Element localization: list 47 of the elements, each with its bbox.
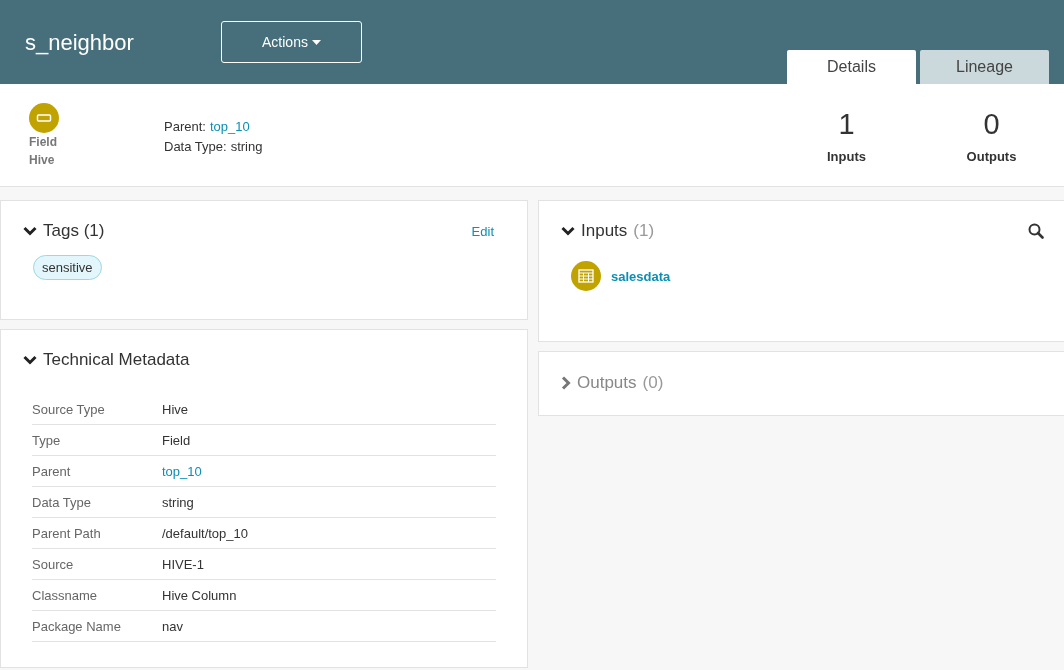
field-icon xyxy=(29,103,59,133)
input-link[interactable]: salesdata xyxy=(611,268,671,284)
stat-label: Inputs xyxy=(827,149,866,164)
card-title: Tags (1) xyxy=(43,221,105,241)
metadata-label: Data Type xyxy=(32,494,93,510)
chevron-down-icon[interactable] xyxy=(23,355,37,365)
card-title: Technical Metadata xyxy=(43,350,190,370)
metadata-value: string xyxy=(162,494,195,510)
chevron-down-icon[interactable] xyxy=(23,226,37,236)
metadata-value: nav xyxy=(162,618,184,634)
metadata-label: Package Name xyxy=(32,618,122,634)
metadata-label: Parent xyxy=(32,463,72,479)
output-count: (0) xyxy=(642,373,664,393)
entity-type: Field xyxy=(29,134,57,151)
metadata-label: Source xyxy=(32,556,75,572)
metadata-link[interactable]: top_10 xyxy=(162,463,496,479)
metadata-value: Hive Column xyxy=(162,587,238,603)
input-count: (1) xyxy=(633,221,655,241)
metadata-value: Field xyxy=(162,432,192,448)
tag[interactable]: sensitive xyxy=(33,255,102,280)
metadata-value: /default/top_10 xyxy=(162,525,250,541)
entity-source: Hive xyxy=(29,152,55,169)
field-value: string xyxy=(230,138,263,156)
field-label: Parent: xyxy=(164,118,206,136)
metadata-value: Hive xyxy=(162,401,189,417)
tab[interactable]: Lineage xyxy=(920,50,1049,84)
table-icon xyxy=(571,261,601,291)
stat-label: Outputs xyxy=(966,149,1017,164)
metadata-value: HIVE-1 xyxy=(162,556,205,572)
edit-link[interactable]: Edit xyxy=(471,223,494,239)
entity-title: s_neighbor xyxy=(25,30,135,56)
stat-count: 0 xyxy=(983,108,1000,141)
field-label: Data Type: xyxy=(164,138,227,156)
card-title: Outputs xyxy=(577,373,637,393)
metadata-label: Source Type xyxy=(32,401,106,417)
card-title: Inputs xyxy=(581,221,628,241)
metadata-label: Type xyxy=(32,432,62,448)
chevron-down-icon[interactable] xyxy=(561,226,575,236)
stat-count: 1 xyxy=(838,108,855,141)
chevron-right-icon[interactable] xyxy=(561,376,571,390)
search-icon[interactable] xyxy=(1028,223,1044,239)
actions-button[interactable]: Actions xyxy=(221,21,362,63)
field-link[interactable]: top_10 xyxy=(209,117,250,137)
metadata-label: Parent Path xyxy=(32,525,102,541)
caret-icon xyxy=(311,39,321,45)
tab[interactable]: Details xyxy=(787,50,916,84)
metadata-label: Classname xyxy=(32,587,99,603)
